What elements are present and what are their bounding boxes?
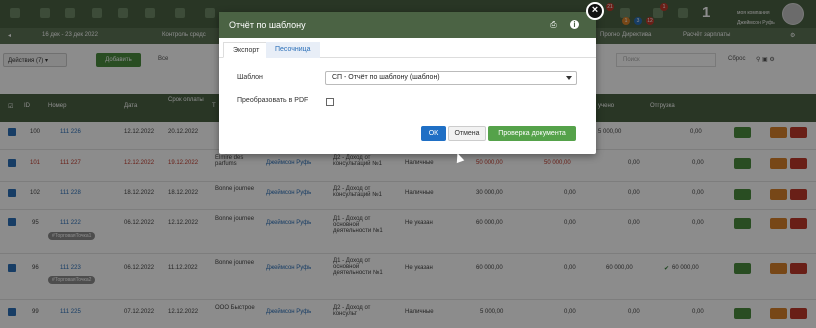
convert-pdf-checkbox[interactable] <box>326 98 334 106</box>
tab-export[interactable]: Экспорт <box>223 42 270 58</box>
dialog-title: Отчёт по шаблону <box>229 20 306 30</box>
template-select[interactable]: СП - Отчёт по шаблону (шаблон) <box>325 71 577 85</box>
close-button[interactable]: × <box>586 2 604 20</box>
convert-pdf-label: Преобразовать в PDF <box>237 97 309 104</box>
ok-button[interactable]: ОК <box>421 126 446 141</box>
dialog-tabs: Экспорт Песочница <box>219 38 596 58</box>
print-icon[interactable]: ⎙ <box>549 20 558 29</box>
dialog-header: Отчёт по шаблону <box>219 12 596 38</box>
template-label: Шаблон <box>237 74 263 81</box>
template-select-value: СП - Отчёт по шаблону (шаблон) <box>332 74 440 81</box>
info-icon[interactable]: i <box>570 20 579 29</box>
chevron-down-icon <box>566 76 572 80</box>
template-report-dialog: Отчёт по шаблону ⎙ i × Экспорт Песочница… <box>219 2 604 154</box>
tab-sandbox[interactable]: Песочница <box>266 42 320 58</box>
check-document-button[interactable]: Проверка документа <box>488 126 576 141</box>
cancel-button[interactable]: Отмена <box>448 126 486 141</box>
